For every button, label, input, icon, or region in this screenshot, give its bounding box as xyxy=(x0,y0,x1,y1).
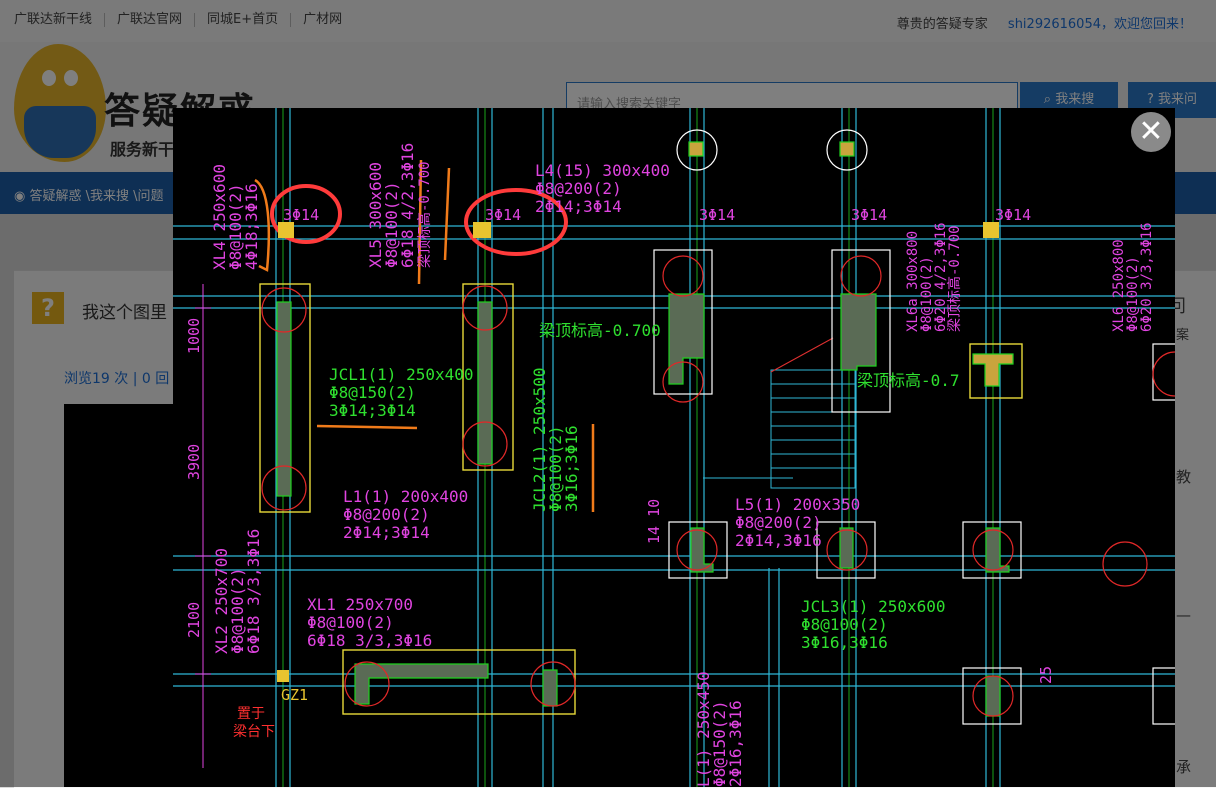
label-elev-1: 梁顶标高-0.700 xyxy=(539,321,661,340)
image-viewer: XL4 250x600 Φ8@100(2) 4Φ18;3Φ16 XL5 300x… xyxy=(173,108,1175,787)
rebar-mark: 3Φ14 xyxy=(995,206,1031,224)
close-icon: ✕ xyxy=(1138,114,1164,149)
rebar-mark: 3Φ14 xyxy=(283,206,319,224)
gz-label: GZ1 xyxy=(281,686,308,704)
label-xl5-elev: 梁顶标高-0.700 xyxy=(416,161,433,268)
label-l1-size: L1(1) 200x400 xyxy=(343,487,468,506)
rebar-mark: 3Φ14 xyxy=(851,206,887,224)
label-elev-2: 梁顶标高-0.7 xyxy=(857,371,960,390)
label-jcl3-size: JCL3(1) 250x600 xyxy=(801,597,946,616)
label-xl5-rebar: 6Φ18 4/2,3Φ16 xyxy=(398,143,417,268)
note-red-1: 置于 xyxy=(237,706,265,722)
dimension-lines xyxy=(195,284,211,768)
label-l1-rebar: 2Φ14;3Φ14 xyxy=(343,523,430,542)
label-xl1-rebar: 6Φ18 3/3,3Φ16 xyxy=(307,631,432,650)
label-l-rebar: 2Φ16,3Φ16 xyxy=(726,700,745,787)
label-l4-size: L4(15) 300x400 xyxy=(535,161,670,180)
dim-label: 14 10 xyxy=(645,499,663,544)
label-jcl3-rebar: 3Φ16,3Φ16 xyxy=(801,633,888,652)
label-l1-stirrup: Φ8@200(2) xyxy=(343,505,430,524)
dim-label: 2100 xyxy=(185,602,203,638)
label-l4-rebar: 2Φ14;3Φ14 xyxy=(535,197,622,216)
label-xl2-rebar: 6Φ18 3/3,3Φ16 xyxy=(244,529,263,654)
label-xl1-size: XL1 250x700 xyxy=(307,595,413,614)
label-xl1-stirrup: Φ8@100(2) xyxy=(307,613,394,632)
label-xl4-rebar: 4Φ18;3Φ16 xyxy=(242,183,261,270)
label-xl6a-elev: 梁顶标高-0.700 xyxy=(946,225,963,332)
label-jcl1-size: JCL1(1) 250x400 xyxy=(329,365,474,384)
label-l5-size: L5(1) 200x350 xyxy=(735,495,860,514)
note-red-2: 梁台下 xyxy=(233,724,275,740)
label-jcl3-stirrup: Φ8@100(2) xyxy=(801,615,888,634)
dim-label: 25 xyxy=(1037,666,1055,684)
label-xl6-rebar: 6Φ20 3/3,3Φ16 xyxy=(1139,222,1155,332)
label-jcl1-stirrup: Φ8@150(2) xyxy=(329,383,416,402)
rebar-mark: 3Φ14 xyxy=(485,206,521,224)
dim-label: 3900 xyxy=(185,444,203,480)
label-l5-stirrup: Φ8@200(2) xyxy=(735,513,822,532)
dim-label: 1000 xyxy=(185,318,203,354)
label-l4-stirrup: Φ8@200(2) xyxy=(535,179,622,198)
cad-drawing: XL4 250x600 Φ8@100(2) 4Φ18;3Φ16 XL5 300x… xyxy=(173,108,1175,787)
close-button[interactable]: ✕ xyxy=(1131,112,1171,152)
label-l5-rebar: 2Φ14,3Φ16 xyxy=(735,531,822,550)
label-jcl2-rebar: 3Φ16;3Φ16 xyxy=(562,425,581,512)
stair-arrow xyxy=(770,337,834,373)
rebar-mark: 3Φ14 xyxy=(699,206,735,224)
label-jcl1-rebar: 3Φ14;3Φ14 xyxy=(329,401,416,420)
